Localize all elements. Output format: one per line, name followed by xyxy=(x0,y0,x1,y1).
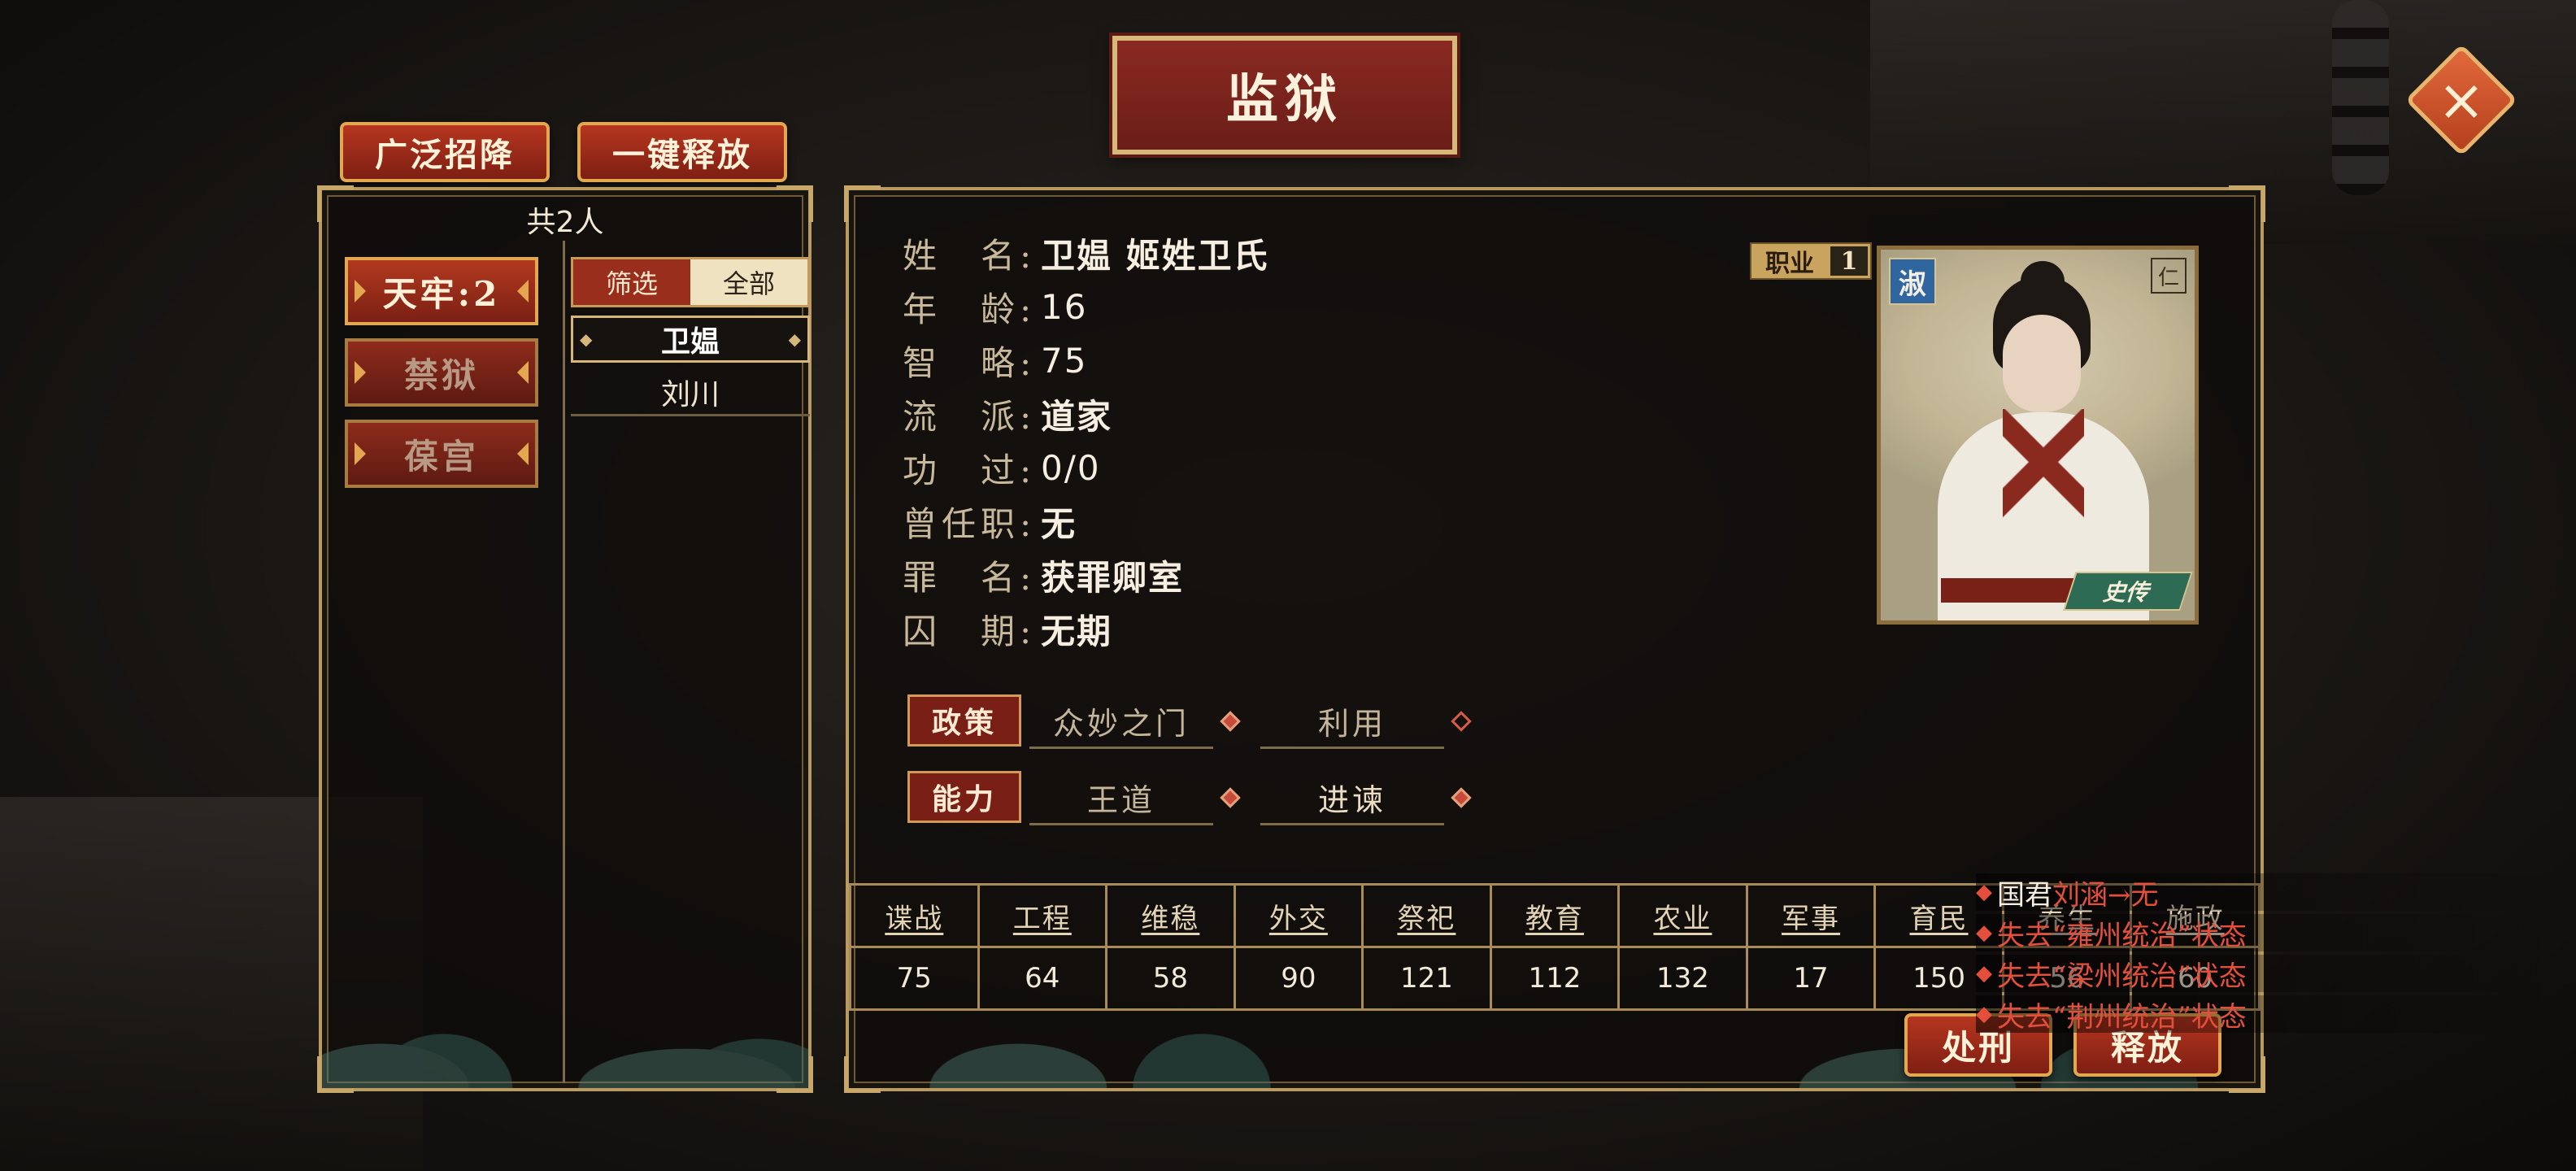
filter-dropdown[interactable]: 筛选 全部 xyxy=(571,257,810,307)
category-tianlao-button[interactable]: 天牢:2 xyxy=(345,257,538,325)
notification-prefix: 国君 xyxy=(1997,878,2052,912)
notification-bullet-icon: ◆ xyxy=(1976,880,1992,904)
info-strategy-row: 智 略: 75 xyxy=(903,337,1087,384)
ability-item[interactable]: 进谏 xyxy=(1260,771,1444,825)
prisoner-former-post: 无 xyxy=(1041,503,1077,544)
decorative-landscape xyxy=(322,966,808,1088)
info-label: 姓 名: xyxy=(903,235,1037,276)
category-baogong-button[interactable]: 葆宫 xyxy=(345,420,538,488)
notification-bullet-icon: ◆ xyxy=(1976,961,1992,986)
ability-item[interactable]: 王道 xyxy=(1029,771,1213,825)
close-button[interactable]: × xyxy=(2404,43,2518,157)
policy-slot-icon xyxy=(1451,711,1472,732)
info-label: 罪 名: xyxy=(903,557,1037,598)
policy-label: 政策 xyxy=(907,694,1021,747)
stat-header: 教育 xyxy=(1489,883,1621,948)
stat-header: 外交 xyxy=(1233,883,1364,948)
stat-header: 农业 xyxy=(1617,883,1748,948)
notification-text: 失去“雍州统治”状态 xyxy=(1997,919,2247,952)
policy-item[interactable]: 利用 xyxy=(1260,694,1444,749)
info-former-post-row: 曾任职: 无 xyxy=(903,498,1077,545)
info-merit-row: 功 过: 0/0 xyxy=(903,444,1101,491)
recruit-all-button[interactable]: 广泛招降 xyxy=(340,122,550,182)
stat-value: 75 xyxy=(849,946,980,1011)
info-name-row: 姓 名: 卫媪 姬姓卫氏 xyxy=(903,229,1269,276)
panel-corner xyxy=(844,185,881,222)
notification-bullet-icon: ◆ xyxy=(1976,1002,1992,1026)
portrait-figure-bun xyxy=(2021,261,2065,302)
stat-value: 132 xyxy=(1617,946,1748,1011)
portrait-figure-face xyxy=(2003,315,2081,412)
stat-value: 90 xyxy=(1233,946,1364,1011)
notification-item: ◆ 失去“荆州统治”状态 xyxy=(1976,995,2576,1034)
biography-button[interactable]: 史传 xyxy=(2063,572,2193,611)
stat-header: 维稳 xyxy=(1105,883,1236,948)
stat-value: 17 xyxy=(1745,946,1877,1011)
notification-item: ◆ 失去“雍州统治”状态 xyxy=(1976,914,2576,952)
filter-value[interactable]: 全部 xyxy=(690,259,807,305)
prisoner-strategy: 75 xyxy=(1041,340,1088,381)
ability-label: 能力 xyxy=(907,771,1021,823)
page-title: 监狱 xyxy=(1112,36,1457,155)
info-sentence-row: 囚 期: 无期 xyxy=(903,605,1112,652)
info-label: 功 过: xyxy=(903,450,1037,490)
release-all-button[interactable]: 一键释放 xyxy=(577,122,787,182)
column-divider xyxy=(563,241,565,1083)
filter-label: 筛选 xyxy=(573,259,690,305)
notification-item: ◆ 失去“梁州统治”状态 xyxy=(1976,955,2576,993)
prison-list-panel: 共2人 天牢:2 禁狱 葆宫 筛选 全部 卫媪 刘川 xyxy=(317,185,813,1093)
stat-header: 谍战 xyxy=(849,883,980,948)
category-jinyu-button[interactable]: 禁狱 xyxy=(345,338,538,407)
info-crime-row: 罪 名: 获罪卿室 xyxy=(903,551,1184,599)
info-school-row: 流 派: 道家 xyxy=(903,390,1112,437)
notification-text: 失去“荆州统治”状态 xyxy=(1997,1000,2247,1034)
notification-text: 失去“梁州统治”状态 xyxy=(1997,960,2247,993)
ability-slot-icon xyxy=(1220,787,1241,808)
trait-badge: 淑 xyxy=(1889,258,1936,305)
prisoner-name: 卫媪 姬姓卫氏 xyxy=(1041,235,1269,276)
stat-value: 58 xyxy=(1105,946,1236,1011)
stat-value: 121 xyxy=(1361,946,1492,1011)
prisoner-age: 16 xyxy=(1041,286,1088,327)
close-icon: × xyxy=(2437,67,2486,133)
stat-value: 112 xyxy=(1489,946,1621,1011)
policy-item[interactable]: 众妙之门 xyxy=(1029,694,1213,749)
notification-text: 刘涵→无 xyxy=(2052,878,2159,912)
prisoner-school: 道家 xyxy=(1041,396,1113,437)
notification-bullet-icon: ◆ xyxy=(1976,921,1992,945)
policy-slot-icon xyxy=(1220,711,1241,732)
prisoner-list-item[interactable]: 卫媪 xyxy=(571,316,810,363)
prisoner-count: 共2人 xyxy=(526,206,604,239)
job-badge[interactable]: 职业 1 xyxy=(1750,242,1872,280)
info-label: 智 略: xyxy=(903,342,1037,383)
panel-corner xyxy=(2229,185,2265,222)
virtue-badge: 仁 xyxy=(2151,258,2187,294)
info-age-row: 年 龄: 16 xyxy=(903,283,1087,330)
info-label: 囚 期: xyxy=(903,611,1037,651)
prisoner-merit: 0/0 xyxy=(1041,447,1101,488)
ability-slot-icon xyxy=(1451,787,1472,808)
job-level: 1 xyxy=(1830,246,1868,276)
stat-header: 军事 xyxy=(1745,883,1877,948)
stat-header: 祭祀 xyxy=(1361,883,1492,948)
prisoner-portrait[interactable]: 淑 仁 史传 xyxy=(1877,246,2199,625)
prisoner-list-item[interactable]: 刘川 xyxy=(571,369,810,416)
job-label: 职业 xyxy=(1765,250,1814,278)
info-label: 曾任职: xyxy=(903,503,1037,544)
background-chain xyxy=(2332,0,2389,195)
portrait-figure-collar xyxy=(2003,409,2084,523)
prisoner-crime: 获罪卿室 xyxy=(1041,557,1185,598)
stat-header: 工程 xyxy=(977,883,1108,948)
notification-item: ◆ 国君 刘涵→无 xyxy=(1976,873,2576,912)
stat-value: 64 xyxy=(977,946,1108,1011)
info-label: 流 派: xyxy=(903,396,1037,437)
info-label: 年 龄: xyxy=(903,289,1037,329)
prisoner-sentence: 无期 xyxy=(1041,611,1113,651)
